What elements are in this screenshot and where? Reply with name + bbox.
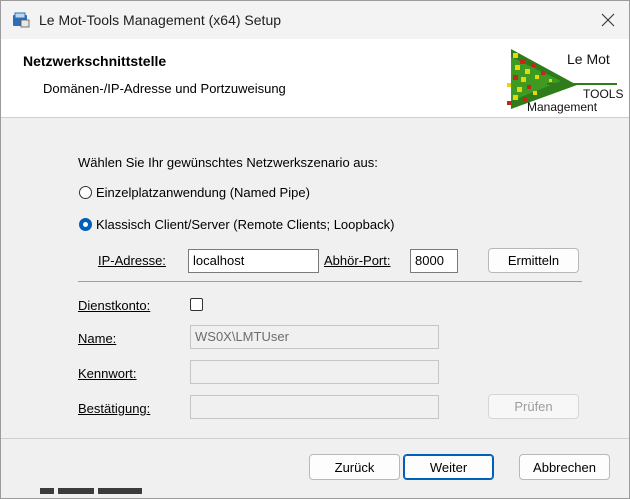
confirmation-label: Bestätigung:: [78, 401, 150, 416]
logo-text-tools: TOOLS: [583, 87, 624, 101]
installer-icon: [13, 12, 30, 28]
password-label-text: Kennwort:: [78, 366, 137, 381]
listen-port-label-text: Abhör-Port:: [324, 253, 391, 268]
service-account-label: Dienstkonto:: [78, 298, 150, 313]
ip-address-label: IP-Adresse:: [98, 253, 166, 268]
title-bar[interactable]: Le Mot-Tools Management (x64) Setup: [1, 1, 629, 39]
close-icon: [601, 13, 615, 27]
back-button[interactable]: Zurück: [309, 454, 400, 480]
ip-address-label-text: IP-Adresse:: [98, 253, 166, 268]
logo-text-management: Management: [527, 100, 598, 114]
detect-button[interactable]: Ermitteln: [488, 248, 579, 273]
footer-separator: [1, 438, 629, 439]
listen-port-label: Abhör-Port:: [324, 253, 390, 268]
service-account-label-text: Dienstkonto:: [78, 298, 151, 313]
radio-named-pipe-circle[interactable]: [79, 186, 92, 199]
radio-named-pipe[interactable]: Einzelplatzanwendung (Named Pipe): [79, 185, 310, 200]
confirmation-input[interactable]: [190, 395, 439, 419]
close-button[interactable]: [587, 5, 629, 35]
next-button[interactable]: Weiter: [403, 454, 494, 480]
radio-client-server-label: Klassisch Client/Server (Remote Clients;…: [96, 217, 395, 232]
page-title: Netzwerkschnittstelle: [23, 53, 167, 69]
cancel-button[interactable]: Abbrechen: [519, 454, 610, 480]
check-button[interactable]: Prüfen: [488, 394, 579, 419]
account-name-input[interactable]: WS0X\LMTUser: [190, 325, 439, 349]
network-scenario-prompt: Wählen Sie Ihr gewünschtes Netzwerkszena…: [78, 155, 378, 170]
logo-text-lemot: Le Mot: [567, 51, 610, 67]
confirmation-label-text: Bestätigung:: [78, 401, 151, 416]
password-label: Kennwort:: [78, 366, 137, 381]
account-name-label: Name:: [78, 331, 116, 346]
section-separator: [78, 281, 582, 282]
radio-client-server-circle[interactable]: [79, 218, 92, 231]
setup-window: Le Mot-Tools Management (x64) Setup Netz…: [0, 0, 630, 499]
background-window-fragment: [40, 488, 150, 497]
listen-port-input[interactable]: 8000: [410, 249, 458, 273]
account-name-label-text: Name:: [78, 331, 117, 346]
password-input[interactable]: [190, 360, 439, 384]
radio-named-pipe-label: Einzelplatzanwendung (Named Pipe): [96, 185, 310, 200]
window-title: Le Mot-Tools Management (x64) Setup: [39, 12, 282, 28]
wizard-header: Netzwerkschnittstelle Domänen-/IP-Adress…: [1, 39, 629, 118]
page-subtitle: Domänen-/IP-Adresse und Portzuweisung: [43, 81, 286, 96]
lemot-tools-logo: Le Mot TOOLS Management: [507, 43, 623, 115]
service-account-checkbox[interactable]: [190, 298, 203, 311]
radio-client-server[interactable]: Klassisch Client/Server (Remote Clients;…: [79, 217, 394, 232]
wizard-content: Wählen Sie Ihr gewünschtes Netzwerkszena…: [1, 118, 629, 438]
ip-address-input[interactable]: localhost: [188, 249, 319, 273]
